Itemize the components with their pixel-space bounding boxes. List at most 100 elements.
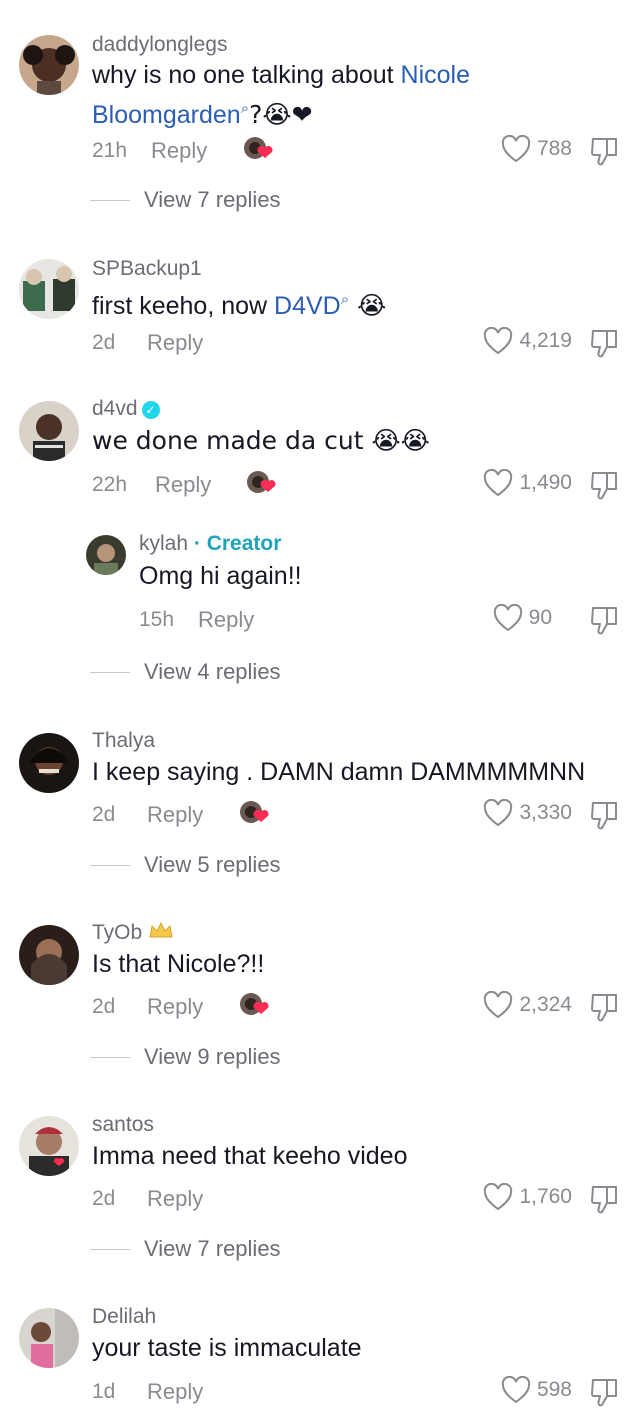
like-button[interactable]: 1,760 <box>483 1183 572 1211</box>
dislike-button[interactable] <box>590 991 620 1028</box>
comment-username[interactable]: daddylonglegs <box>92 33 227 57</box>
creator-label: · Creator <box>193 532 282 555</box>
view-replies-label: View 9 replies <box>144 1044 281 1069</box>
comment-username-label: TyOb <box>92 921 143 944</box>
comment-username[interactable]: TyOb <box>92 921 174 945</box>
reply-username[interactable]: kylah · Creator <box>139 532 281 556</box>
comment-text: Is that Nicole?!! <box>92 950 265 978</box>
dislike-button[interactable] <box>590 1376 620 1413</box>
comment-item: daddylonglegs why is no one talking abou… <box>0 0 640 220</box>
avatar[interactable] <box>19 1308 79 1368</box>
dislike-button[interactable] <box>590 135 620 172</box>
heart-outline-icon <box>484 469 513 497</box>
view-replies-button[interactable]: View 9 replies <box>90 1044 281 1070</box>
like-count: 90 <box>528 606 552 629</box>
like-button[interactable]: 788 <box>501 135 572 163</box>
avatar[interactable] <box>19 401 79 461</box>
like-count: 598 <box>536 1378 572 1401</box>
comment-username[interactable]: SPBackup1 <box>92 257 202 281</box>
like-button[interactable]: 3,330 <box>483 799 572 827</box>
mention-link[interactable]: D4VD⌕ <box>274 291 350 320</box>
dislike-button[interactable] <box>590 1183 620 1220</box>
reply-button[interactable]: Reply <box>147 1379 203 1405</box>
like-button[interactable]: 2,324 <box>483 991 572 1019</box>
search-icon: ⌕ <box>240 100 250 117</box>
comment-time: 2d <box>92 1187 116 1210</box>
reply-button[interactable]: Reply <box>147 994 203 1020</box>
comment-time: 2d <box>92 803 116 826</box>
view-replies-label: View 7 replies <box>144 187 281 212</box>
like-button[interactable]: 4,219 <box>483 327 572 355</box>
divider-line <box>90 1056 130 1058</box>
avatar[interactable] <box>19 1116 79 1176</box>
avatar[interactable] <box>19 259 79 319</box>
comment-text: Imma need that keeho video <box>92 1142 408 1170</box>
crown-icon <box>149 921 173 938</box>
thumbs-down-icon <box>591 802 617 830</box>
dislike-button[interactable] <box>590 604 620 641</box>
comment-username[interactable]: santos <box>92 1113 154 1137</box>
view-replies-button[interactable]: View 4 replies <box>90 659 281 685</box>
view-replies-label: View 4 replies <box>144 659 281 684</box>
comment-username[interactable]: d4vd ✓ <box>92 397 160 421</box>
comment-text-before: first keeho, now <box>92 292 275 320</box>
heart-outline-icon <box>493 604 522 632</box>
divider-line <box>90 864 130 866</box>
heart-outline-icon <box>484 327 513 355</box>
view-replies-button[interactable]: View 7 replies <box>90 187 281 213</box>
thumbs-down-icon <box>591 1379 617 1407</box>
thumbs-down-icon <box>591 994 617 1022</box>
comment-username[interactable]: Thalya <box>92 729 155 753</box>
like-button[interactable]: 1,490 <box>483 469 572 497</box>
comment-text-before: why is no one talking about <box>92 61 401 89</box>
view-replies-button[interactable]: View 5 replies <box>90 852 281 878</box>
dislike-button[interactable] <box>590 469 620 506</box>
dislike-button[interactable] <box>590 799 620 836</box>
comment-text: your taste is immaculate <box>92 1334 362 1362</box>
avatar[interactable] <box>19 733 79 793</box>
comment-username-label: d4vd <box>92 397 138 420</box>
heart-outline-icon <box>484 799 513 827</box>
comment-text-after: ?😭❤ <box>249 100 313 129</box>
reply-button[interactable]: Reply <box>147 330 203 356</box>
reply-text: Omg hi again!! <box>139 562 302 590</box>
reply-button[interactable]: Reply <box>151 138 207 164</box>
divider-line <box>90 1248 130 1250</box>
view-replies-label: View 5 replies <box>144 852 281 877</box>
like-button[interactable]: 598 <box>501 1376 572 1404</box>
reply-time: 15h <box>139 608 175 631</box>
heart-outline-icon <box>484 991 513 1019</box>
comment-text: we done made da cut 😭😭 <box>92 426 430 455</box>
thumbs-down-icon <box>591 607 617 635</box>
mention-link-label: D4VD <box>274 292 341 320</box>
thumbs-down-icon <box>591 138 617 166</box>
creator-liked-badge-icon <box>246 470 280 498</box>
heart-outline-icon <box>484 1183 513 1211</box>
avatar[interactable] <box>86 535 126 575</box>
view-replies-button[interactable]: View 7 replies <box>90 1236 281 1262</box>
reply-button[interactable]: Reply <box>147 1186 203 1212</box>
like-button[interactable]: 90 <box>493 604 552 632</box>
like-count: 3,330 <box>519 801 572 824</box>
comment-username[interactable]: Delilah <box>92 1305 156 1329</box>
checkmark-icon: ✓ <box>141 401 160 419</box>
thumbs-down-icon <box>591 472 617 500</box>
comment-text: I keep saying . DAMN damn DAMMMMMNN <box>92 758 586 786</box>
dislike-button[interactable] <box>590 327 620 364</box>
creator-liked-badge-icon <box>239 992 273 1020</box>
search-icon: ⌕ <box>340 291 350 308</box>
reply-button[interactable]: Reply <box>198 607 254 633</box>
like-count: 1,490 <box>519 471 572 494</box>
reply-button[interactable]: Reply <box>155 472 211 498</box>
avatar[interactable] <box>19 35 79 95</box>
avatar[interactable] <box>19 925 79 985</box>
view-replies-label: View 7 replies <box>144 1236 281 1261</box>
divider-line <box>90 199 130 201</box>
like-count: 788 <box>536 137 572 160</box>
reply-button[interactable]: Reply <box>147 802 203 828</box>
comment-time: 1d <box>92 1380 116 1403</box>
creator-liked-badge-icon <box>243 136 277 164</box>
divider-line <box>90 671 130 673</box>
comment-text: first keeho, now D4VD⌕ 😭 <box>92 283 512 323</box>
like-count: 1,760 <box>519 1185 572 1208</box>
